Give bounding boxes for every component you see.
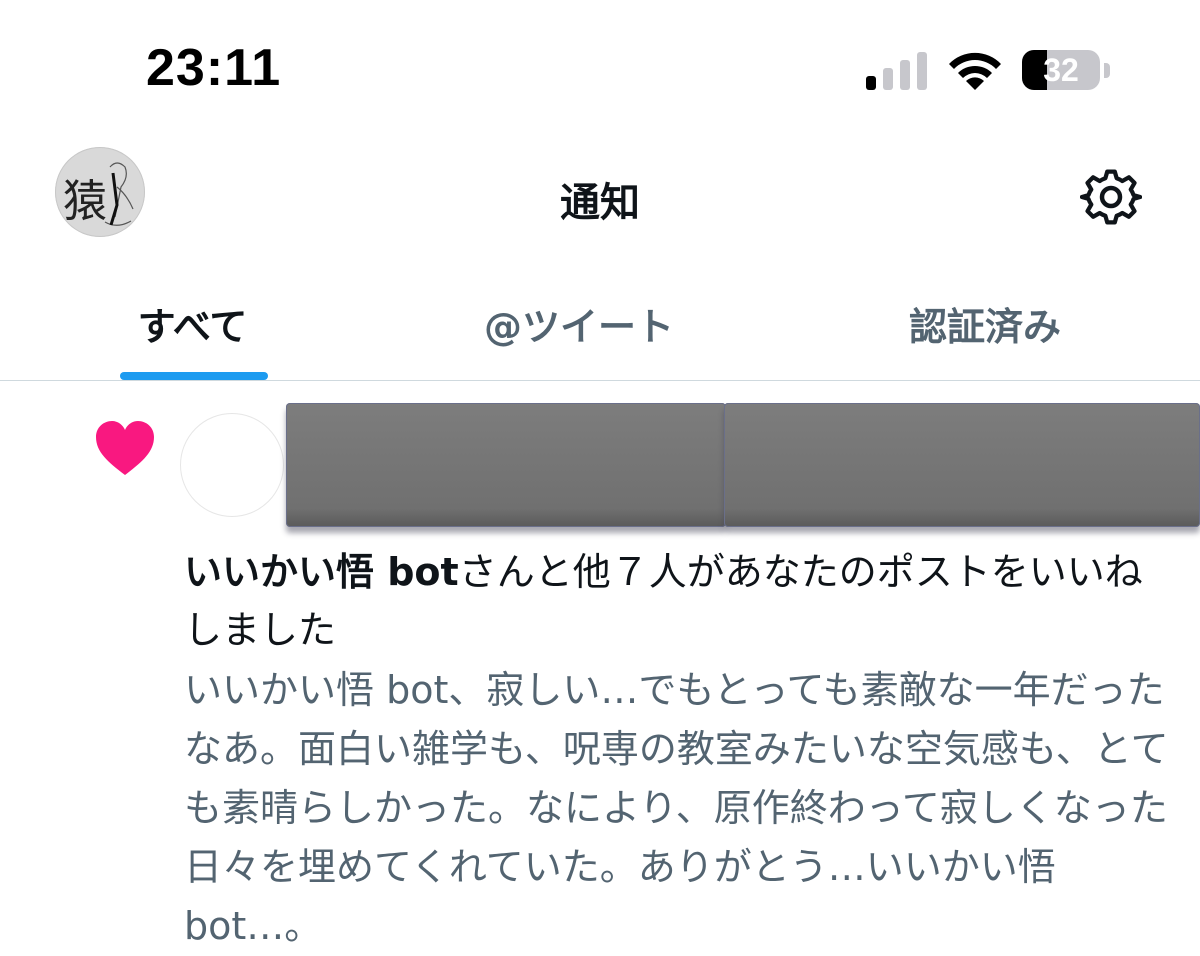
- wifi-icon: [949, 52, 1001, 90]
- liker-avatar[interactable]: [180, 413, 284, 517]
- tab-verified[interactable]: 認証済み: [790, 260, 1180, 380]
- redacted-avatars-block: [724, 403, 1200, 527]
- tab-label: すべて: [137, 305, 248, 349]
- redacted-avatars-block: [286, 403, 726, 527]
- clock: 23:11: [146, 39, 282, 97]
- status-bar: 23:11 32: [0, 0, 1200, 130]
- tab-label: 認証済み: [908, 305, 1061, 349]
- notification-item[interactable]: いいかい悟 botさんと他７人があなたのポストをいいねしました いいかい悟 bo…: [0, 381, 1200, 948]
- cellular-signal-icon: [866, 50, 928, 90]
- post-preview-text[interactable]: いいかい悟 bot、寂しい…でもとっても素敵な一年だったなあ。面白い雑学も、呪専…: [184, 661, 1174, 956]
- gear-icon[interactable]: [1080, 166, 1142, 228]
- tab-mentions[interactable]: @ツイート: [385, 260, 773, 380]
- actor-name[interactable]: いいかい悟 bot: [184, 550, 459, 594]
- active-tab-indicator: [120, 372, 268, 380]
- notification-headline: いいかい悟 botさんと他７人があなたのポストをいいねしました: [184, 543, 1164, 659]
- battery-icon: 32: [1022, 50, 1114, 92]
- page-title: 通知: [560, 180, 640, 226]
- battery-percent: 32: [1043, 52, 1079, 88]
- app-header: 猿 通知: [0, 130, 1200, 260]
- tab-bar: すべて @ツイート 認証済み: [0, 260, 1200, 381]
- tab-label: @ツイート: [483, 305, 674, 349]
- heart-icon: [96, 421, 154, 475]
- tab-all[interactable]: すべて: [0, 260, 385, 380]
